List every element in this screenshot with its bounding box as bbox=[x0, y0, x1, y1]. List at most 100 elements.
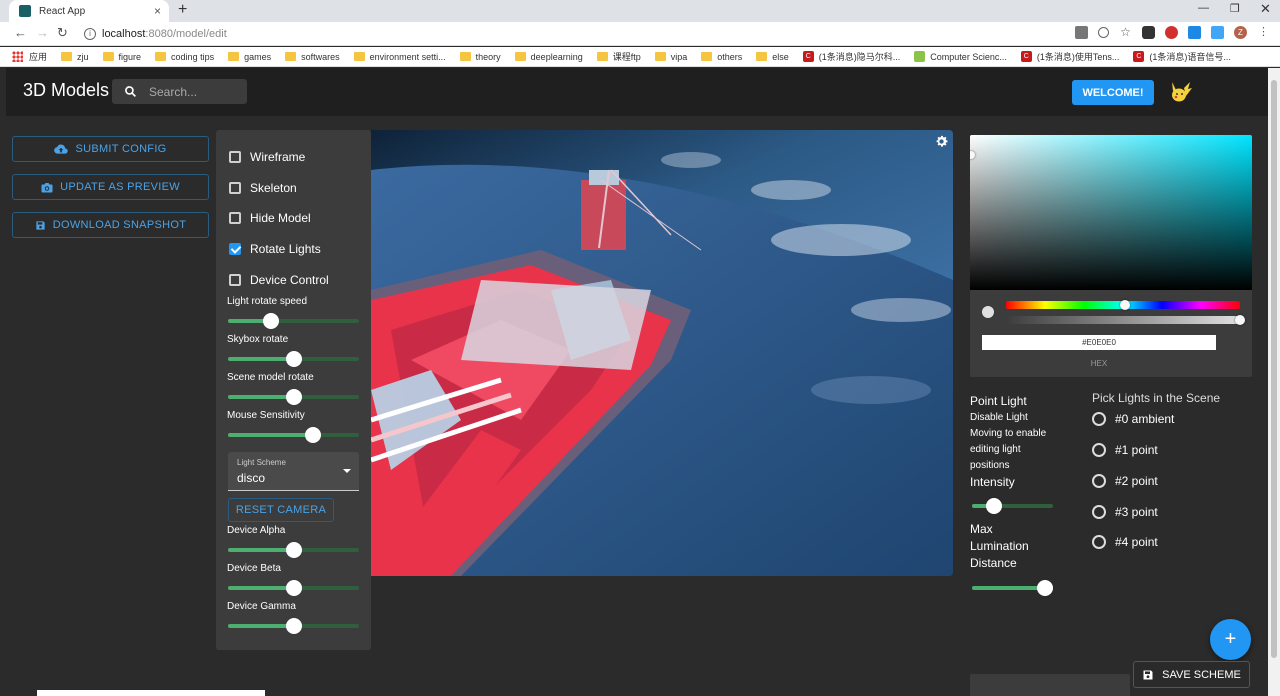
extension-v-icon[interactable] bbox=[1188, 26, 1201, 39]
slider-thumb[interactable] bbox=[285, 389, 302, 405]
device-beta-slider[interactable] bbox=[228, 580, 359, 596]
minimize-icon[interactable]: — bbox=[1198, 2, 1209, 14]
radio-button[interactable] bbox=[1092, 412, 1106, 426]
bookmark-item[interactable]: coding tips bbox=[155, 52, 214, 62]
slider-thumb[interactable] bbox=[305, 427, 322, 443]
bookmark-item[interactable]: vipa bbox=[654, 52, 687, 62]
translate-icon[interactable] bbox=[1075, 26, 1088, 39]
radio-button[interactable] bbox=[1092, 474, 1106, 488]
bookmark-item[interactable]: others bbox=[701, 52, 742, 62]
wireframe-checkbox[interactable] bbox=[229, 151, 241, 163]
device-control-checkbox-row[interactable]: Device Control bbox=[229, 273, 329, 287]
device-gamma-slider[interactable] bbox=[228, 618, 359, 634]
welcome-button[interactable]: WELCOME! bbox=[1072, 80, 1154, 105]
radio-button[interactable] bbox=[1092, 535, 1106, 549]
light-rotate-speed-slider[interactable] bbox=[228, 313, 359, 329]
slider-thumb[interactable] bbox=[285, 351, 302, 367]
light-radio-1[interactable]: #1 point bbox=[1092, 443, 1158, 457]
saturation-area[interactable] bbox=[970, 135, 1252, 290]
new-tab-icon[interactable]: + bbox=[178, 1, 187, 19]
bookmark-item[interactable]: C (1条消息)隐马尔科... bbox=[802, 50, 900, 63]
menu-dots-icon[interactable]: ⋮ bbox=[1257, 26, 1270, 39]
slider-thumb[interactable] bbox=[285, 618, 302, 634]
address-bar[interactable]: i localhost:8080/model/edit bbox=[80, 24, 1080, 44]
bookmark-item[interactable]: C (1条消息)语音信号... bbox=[1133, 50, 1231, 63]
bookmark-item[interactable]: 应用 bbox=[12, 50, 47, 63]
extension-glasses-icon[interactable] bbox=[1142, 26, 1155, 39]
bookmark-item[interactable]: games bbox=[228, 52, 271, 62]
3d-viewport[interactable] bbox=[371, 130, 953, 576]
device-alpha-slider[interactable] bbox=[228, 542, 359, 558]
hide-model-checkbox-row[interactable]: Hide Model bbox=[229, 211, 311, 225]
pikachu-avatar-icon[interactable] bbox=[1166, 78, 1194, 106]
bookmark-item[interactable]: theory bbox=[459, 52, 501, 62]
skeleton-checkbox-row[interactable]: Skeleton bbox=[229, 181, 297, 195]
bookmark-item[interactable]: deeplearning bbox=[514, 52, 583, 62]
alpha-slider-thumb[interactable] bbox=[1235, 315, 1245, 325]
light-radio-3[interactable]: #3 point bbox=[1092, 505, 1158, 519]
alpha-slider[interactable] bbox=[1006, 316, 1240, 324]
skybox-rotate-slider[interactable] bbox=[228, 351, 359, 367]
close-window-icon[interactable]: ✕ bbox=[1260, 1, 1271, 17]
bookmark-item[interactable]: Computer Scienc... bbox=[914, 51, 1007, 62]
search-input[interactable] bbox=[149, 84, 239, 99]
device-control-checkbox[interactable] bbox=[229, 274, 241, 286]
bookmark-item[interactable]: C (1条消息)使用Tens... bbox=[1020, 50, 1120, 63]
light-radio-4[interactable]: #4 point bbox=[1092, 535, 1158, 549]
bookmark-item[interactable]: 课程ftp bbox=[596, 50, 641, 63]
bookmark-item[interactable]: figure bbox=[102, 52, 141, 62]
dropdown-arrow-icon[interactable] bbox=[343, 469, 351, 473]
back-arrow-icon[interactable]: ← bbox=[14, 25, 27, 40]
extension-snowflake-icon[interactable] bbox=[1211, 26, 1224, 39]
bookmark-item[interactable]: else bbox=[756, 52, 789, 62]
save-scheme-button[interactable]: SAVE SCHEME bbox=[1133, 661, 1250, 688]
skeleton-checkbox[interactable] bbox=[229, 182, 241, 194]
light-scheme-select[interactable]: Light Scheme disco bbox=[228, 452, 359, 491]
color-swatch bbox=[982, 306, 994, 318]
scrollbar-thumb[interactable] bbox=[1271, 80, 1277, 658]
reload-icon[interactable]: ↻ bbox=[57, 25, 68, 41]
rotate-lights-checkbox[interactable] bbox=[229, 243, 241, 255]
slider-thumb[interactable] bbox=[985, 498, 1002, 514]
add-fab-button[interactable]: + bbox=[1210, 619, 1251, 660]
bottom-text-field[interactable] bbox=[37, 690, 265, 696]
light-radio-0[interactable]: #0 ambient bbox=[1092, 412, 1174, 426]
update-preview-button[interactable]: UPDATE AS PREVIEW bbox=[12, 174, 209, 200]
intensity-slider[interactable] bbox=[972, 498, 1053, 514]
browser-tab[interactable]: React App × bbox=[9, 0, 169, 22]
bookmarks-bar: 应用 zju figure coding tips games softwares envi… bbox=[0, 47, 1280, 67]
radio-button[interactable] bbox=[1092, 443, 1106, 457]
bookmark-item[interactable]: zju bbox=[61, 52, 89, 62]
scene-model-rotate-slider[interactable] bbox=[228, 389, 359, 405]
forward-arrow-icon[interactable]: → bbox=[36, 25, 49, 40]
react-favicon-icon bbox=[19, 5, 31, 17]
tab-close-icon[interactable]: × bbox=[154, 4, 161, 18]
slider-thumb[interactable] bbox=[1036, 580, 1053, 596]
download-snapshot-button[interactable]: DOWNLOAD SNAPSHOT bbox=[12, 212, 209, 238]
slider-thumb[interactable] bbox=[263, 313, 280, 329]
zoom-icon[interactable] bbox=[1098, 27, 1109, 38]
wireframe-checkbox-row[interactable]: Wireframe bbox=[229, 150, 305, 164]
page-scrollbar[interactable] bbox=[1268, 68, 1280, 696]
mouse-sensitivity-slider[interactable] bbox=[228, 427, 359, 443]
light-radio-2[interactable]: #2 point bbox=[1092, 474, 1158, 488]
slider-thumb[interactable] bbox=[285, 580, 302, 596]
max-lumination-distance-slider[interactable] bbox=[972, 580, 1053, 596]
adblock-icon[interactable] bbox=[1165, 26, 1178, 39]
bookmark-item[interactable]: softwares bbox=[285, 52, 340, 62]
profile-avatar[interactable]: Z bbox=[1234, 26, 1247, 39]
restore-icon[interactable]: ❐ bbox=[1230, 2, 1240, 15]
hex-input[interactable] bbox=[982, 335, 1216, 350]
bookmark-star-icon[interactable]: ☆ bbox=[1119, 26, 1132, 39]
radio-button[interactable] bbox=[1092, 505, 1106, 519]
bookmark-label: (1条消息)使用Tens... bbox=[1036, 52, 1120, 62]
slider-thumb[interactable] bbox=[285, 542, 302, 558]
reset-camera-button[interactable]: RESET CAMERA bbox=[228, 498, 334, 522]
info-icon[interactable]: i bbox=[84, 28, 96, 40]
submit-config-button[interactable]: SUBMIT CONFIG bbox=[12, 136, 209, 162]
hide-model-checkbox[interactable] bbox=[229, 212, 241, 224]
gear-icon[interactable] bbox=[934, 134, 949, 149]
search-box[interactable] bbox=[112, 79, 247, 104]
bookmark-item[interactable]: environment setti... bbox=[353, 52, 446, 62]
rotate-lights-checkbox-row[interactable]: Rotate Lights bbox=[229, 242, 321, 256]
